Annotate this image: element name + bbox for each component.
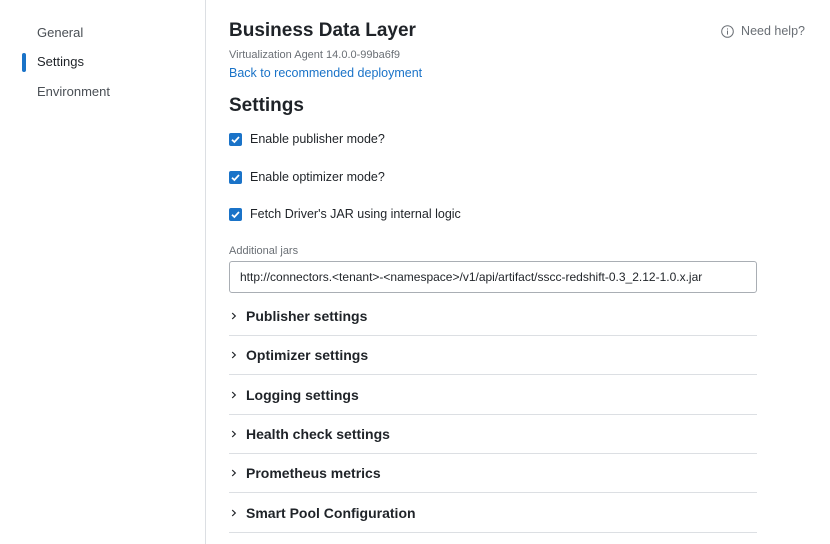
prometheus-metrics-accordion[interactable]: Prometheus metrics xyxy=(229,454,757,493)
checkmark-icon xyxy=(231,135,240,143)
publisher-mode-checkbox[interactable] xyxy=(229,132,242,146)
smart-pool-configuration-accordion[interactable]: Smart Pool Configuration xyxy=(229,494,757,533)
fetch-driver-jar-checkbox[interactable] xyxy=(229,207,242,221)
publisher-mode-checkbox-row[interactable]: Enable publisher mode? xyxy=(229,131,385,147)
additional-jars-label: Additional jars xyxy=(229,245,299,257)
settings-heading: Settings xyxy=(229,95,304,116)
sidebar-item-environment[interactable]: Environment xyxy=(37,84,110,99)
logging-settings-label: Logging settings xyxy=(246,387,359,403)
active-nav-indicator xyxy=(22,53,26,72)
need-help-label: Need help? xyxy=(741,24,805,38)
chevron-right-icon xyxy=(229,351,246,359)
health-check-settings-label: Health check settings xyxy=(246,426,390,442)
back-to-recommended-link[interactable]: Back to recommended deployment xyxy=(229,66,422,80)
publisher-settings-label: Publisher settings xyxy=(246,308,368,324)
health-check-settings-accordion[interactable]: Health check settings xyxy=(229,415,757,454)
optimizer-mode-label: Enable optimizer mode? xyxy=(250,170,385,184)
chevron-right-icon xyxy=(229,391,246,399)
chevron-right-icon xyxy=(229,430,246,438)
fetch-driver-jar-label: Fetch Driver's JAR using internal logic xyxy=(250,207,461,221)
optimizer-settings-accordion[interactable]: Optimizer settings xyxy=(229,336,757,375)
sidebar-item-settings[interactable]: Settings xyxy=(37,54,84,69)
optimizer-settings-label: Optimizer settings xyxy=(246,347,369,363)
page-title: Business Data Layer xyxy=(229,20,416,41)
logging-settings-accordion[interactable]: Logging settings xyxy=(229,376,757,415)
optimizer-mode-checkbox-row[interactable]: Enable optimizer mode? xyxy=(229,169,385,185)
checkmark-icon xyxy=(231,210,240,218)
optimizer-mode-checkbox[interactable] xyxy=(229,170,242,184)
additional-jars-input[interactable] xyxy=(229,261,757,293)
agent-version: Virtualization Agent 14.0.0-99ba6f9 xyxy=(229,49,401,61)
sidebar-item-general[interactable]: General xyxy=(37,25,83,40)
publisher-mode-label: Enable publisher mode? xyxy=(250,132,385,146)
fetch-driver-jar-checkbox-row[interactable]: Fetch Driver's JAR using internal logic xyxy=(229,206,461,222)
smart-pool-configuration-label: Smart Pool Configuration xyxy=(246,505,416,521)
checkmark-icon xyxy=(231,173,240,181)
chevron-right-icon xyxy=(229,312,246,320)
need-help-link[interactable]: Need help? xyxy=(721,24,805,38)
sidebar: General Settings Environment xyxy=(0,0,206,544)
chevron-right-icon xyxy=(229,469,246,477)
publisher-settings-accordion[interactable]: Publisher settings xyxy=(229,297,757,336)
chevron-right-icon xyxy=(229,509,246,517)
prometheus-metrics-label: Prometheus metrics xyxy=(246,465,381,481)
info-icon xyxy=(721,24,734,38)
